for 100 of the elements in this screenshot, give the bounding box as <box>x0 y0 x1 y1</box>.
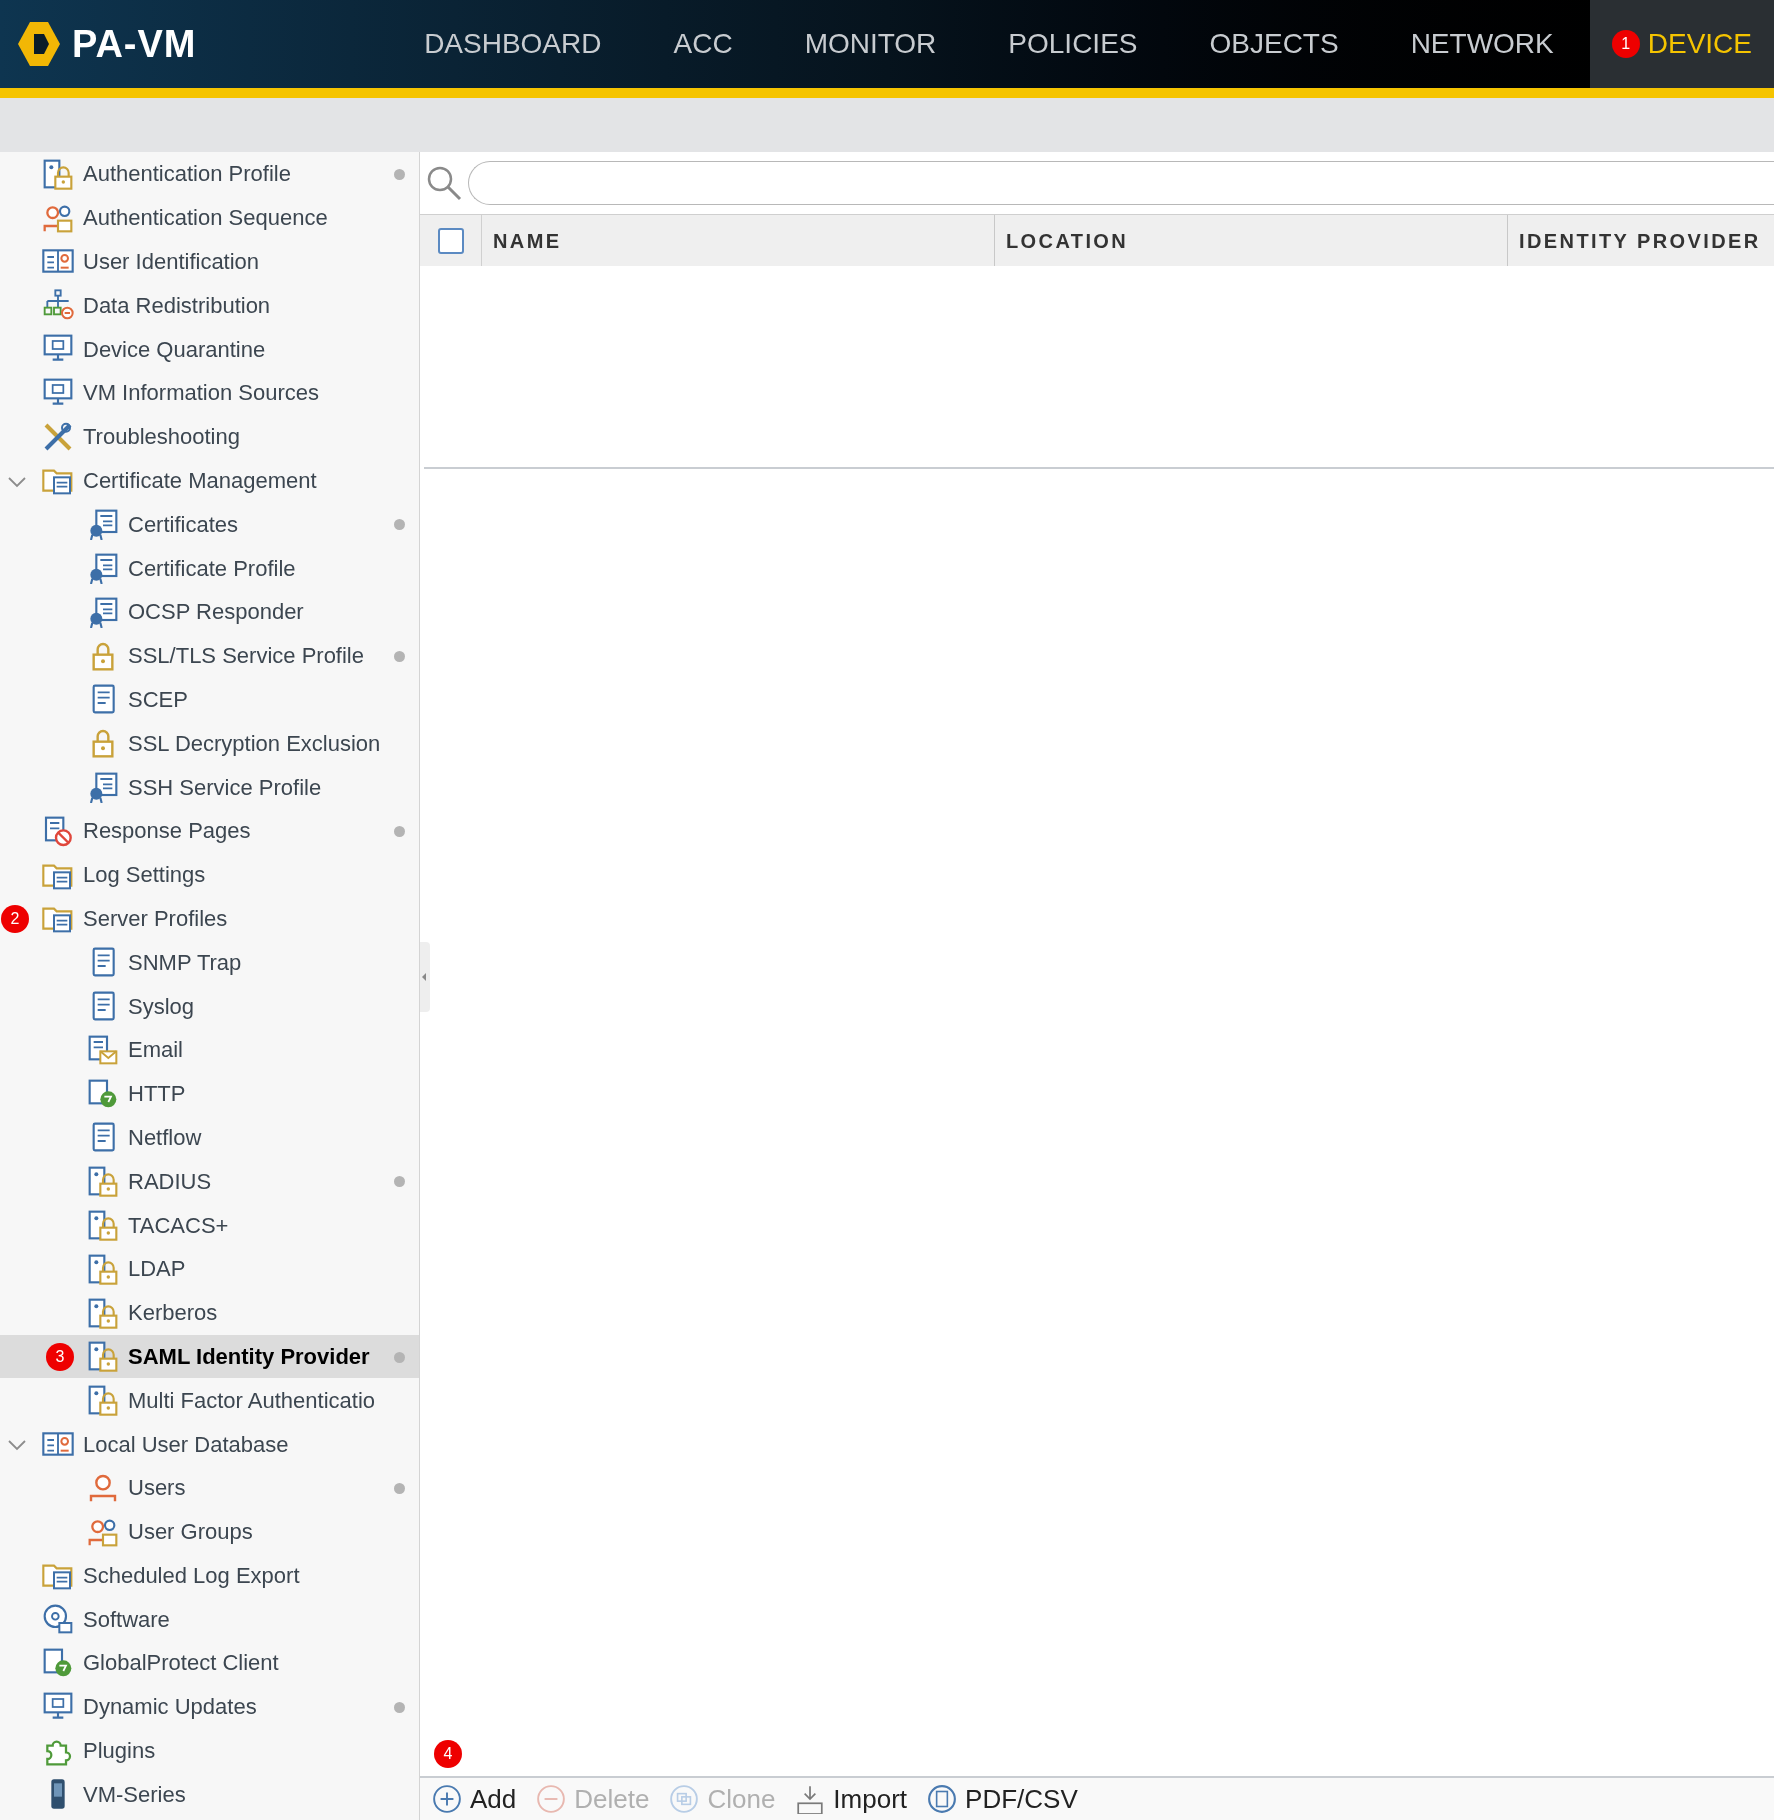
sidebar-item[interactable]: Certificates <box>0 502 419 547</box>
item-label: VM-Series <box>83 1780 186 1809</box>
sidebar-item[interactable]: Users <box>0 1465 419 1510</box>
sidebar-item[interactable]: HTTP <box>0 1071 419 1116</box>
item-label: Kerberos <box>128 1299 218 1328</box>
sidebar-item[interactable]: Authentication Profile <box>0 152 419 196</box>
item-label: Local User Database <box>83 1430 289 1459</box>
item-label: Users <box>128 1474 186 1503</box>
sidebar-item[interactable]: GlobalProtect Client <box>0 1641 419 1685</box>
nav-tab[interactable]: 1 DEVICE <box>1589 0 1774 88</box>
select-all-checkbox[interactable] <box>437 227 464 254</box>
item-label: Authentication Sequence <box>83 204 328 233</box>
toolbar-button[interactable]: Import <box>795 1779 908 1819</box>
sidebar-item[interactable]: VM-Series <box>0 1772 419 1817</box>
sidebar-item[interactable]: Scheduled Log Export <box>0 1553 419 1598</box>
server-lock-icon <box>87 1384 119 1417</box>
sidebar-item[interactable]: LDAP <box>0 1246 419 1291</box>
sidebar-item[interactable]: Dynamic Updates <box>0 1684 419 1729</box>
sidebar-item[interactable]: Software <box>0 1597 419 1642</box>
disc-icon <box>42 1603 74 1636</box>
item-label: User Groups <box>128 1518 253 1547</box>
nav-tab[interactable]: OBJECTS <box>1173 0 1375 88</box>
certificate-icon <box>87 552 119 585</box>
sidebar-item[interactable]: 3 SAML Identity Provider <box>0 1334 419 1379</box>
sidebar-item[interactable]: Authentication Sequence <box>0 195 419 240</box>
plus-circle-icon <box>432 1784 462 1814</box>
item-label: Troubleshooting <box>83 423 240 452</box>
logo-icon <box>18 20 60 68</box>
item-label: LDAP <box>128 1255 186 1284</box>
toolbar-button[interactable]: Add <box>432 1779 517 1819</box>
sidebar-item[interactable]: SCEP <box>0 677 419 722</box>
item-label: Server Profiles <box>83 904 228 933</box>
item-label: Data Redistribution <box>83 291 271 320</box>
download-icon <box>795 1784 826 1814</box>
item-label: HTTP <box>128 1080 186 1109</box>
item-label: TACACS+ <box>128 1211 229 1240</box>
sidebar-item[interactable]: Email <box>0 1027 419 1072</box>
item-label: Certificate Management <box>83 466 317 495</box>
item-label: Plugins <box>83 1737 156 1766</box>
item-label: Syslog <box>128 992 195 1021</box>
certificate-icon <box>87 595 119 628</box>
item-label: Multi Factor Authenticatio <box>128 1386 375 1415</box>
collapse-handle[interactable] <box>420 942 430 1012</box>
item-label: Log Settings <box>83 861 206 890</box>
column-header[interactable]: IDENTITY PROVIDER <box>1508 215 1774 266</box>
sidebar-item[interactable]: Response Pages <box>0 808 419 853</box>
copy-icon <box>669 1784 700 1814</box>
item-label: SNMP Trap <box>128 948 242 977</box>
sidebar-item[interactable]: RADIUS <box>0 1159 419 1204</box>
sidebar-item[interactable]: Troubleshooting <box>0 414 419 459</box>
sidebar-item[interactable]: Device Quarantine <box>0 327 419 371</box>
nav-tab[interactable]: MONITOR <box>768 0 973 88</box>
server-lock-icon <box>87 1296 119 1329</box>
number-badge: 4 <box>434 1740 462 1768</box>
sidebar-item[interactable]: VM Information Sources <box>0 371 419 415</box>
sidebar-item[interactable]: Multi Factor Authenticatio <box>0 1378 419 1423</box>
sidebar-item[interactable]: Kerberos <box>0 1290 419 1335</box>
network-icon <box>42 289 74 322</box>
sidebar-item[interactable]: TACACS+ <box>0 1203 419 1247</box>
sidebar-item[interactable]: SSL/TLS Service Profile <box>0 633 419 678</box>
item-label: Netflow <box>128 1123 202 1152</box>
sidebar-item[interactable]: SNMP Trap <box>0 940 419 985</box>
sidebar-item[interactable]: User Groups <box>0 1509 419 1554</box>
sidebar-item[interactable]: SSL Decryption Exclusion <box>0 721 419 766</box>
document-circle-icon <box>927 1784 958 1814</box>
sidebar-item[interactable]: Netflow <box>0 1115 419 1160</box>
sidebar-item[interactable]: Plugins <box>0 1728 419 1773</box>
sidebar-item[interactable]: SSH Service Profile <box>0 765 419 809</box>
search-field[interactable] <box>468 161 1774 205</box>
item-label: Certificate Profile <box>128 554 296 583</box>
sidebar-item[interactable]: User Identification <box>0 239 419 284</box>
sidebar-item[interactable]: Certificate Profile <box>0 546 419 590</box>
server-lock-icon <box>42 157 74 190</box>
sidebar-item[interactable]: Certificate Management <box>0 458 419 503</box>
nav-tab[interactable]: NETWORK <box>1374 0 1590 88</box>
item-label: GlobalProtect Client <box>83 1649 279 1678</box>
logo-text: PA-VM <box>72 21 197 67</box>
sidebar-item[interactable]: Data Redistribution <box>0 283 419 328</box>
toolbar-button[interactable]: PDF/CSV <box>927 1779 1078 1819</box>
tab-label: DEVICE <box>1647 27 1752 61</box>
server-lock-icon <box>87 1340 119 1373</box>
item-label: VM Information Sources <box>83 379 319 408</box>
number-badge: 1 <box>1611 30 1640 58</box>
item-label: SCEP <box>128 685 188 714</box>
column-header[interactable]: LOCATION <box>995 215 1508 266</box>
item-label: Software <box>83 1605 170 1634</box>
document-block-icon <box>42 814 74 847</box>
tools-icon <box>42 420 74 453</box>
sidebar-item[interactable]: Syslog <box>0 984 419 1028</box>
item-label: User Identification <box>83 248 260 276</box>
sidebar-item[interactable]: 2 Server Profiles <box>0 896 419 941</box>
item-label: Authentication Profile <box>83 160 291 189</box>
number-badge: 3 <box>46 1342 74 1371</box>
nav-tab[interactable]: POLICIES <box>972 0 1174 88</box>
sidebar-item[interactable]: OCSP Responder <box>0 589 419 634</box>
sidebar-item[interactable]: Local User Database <box>0 1422 419 1466</box>
nav-tab[interactable]: ACC <box>637 0 769 88</box>
nav-tab[interactable]: DASHBOARD <box>388 0 638 88</box>
sidebar-item[interactable]: Log Settings <box>0 852 419 897</box>
column-header[interactable]: NAME <box>482 215 995 266</box>
